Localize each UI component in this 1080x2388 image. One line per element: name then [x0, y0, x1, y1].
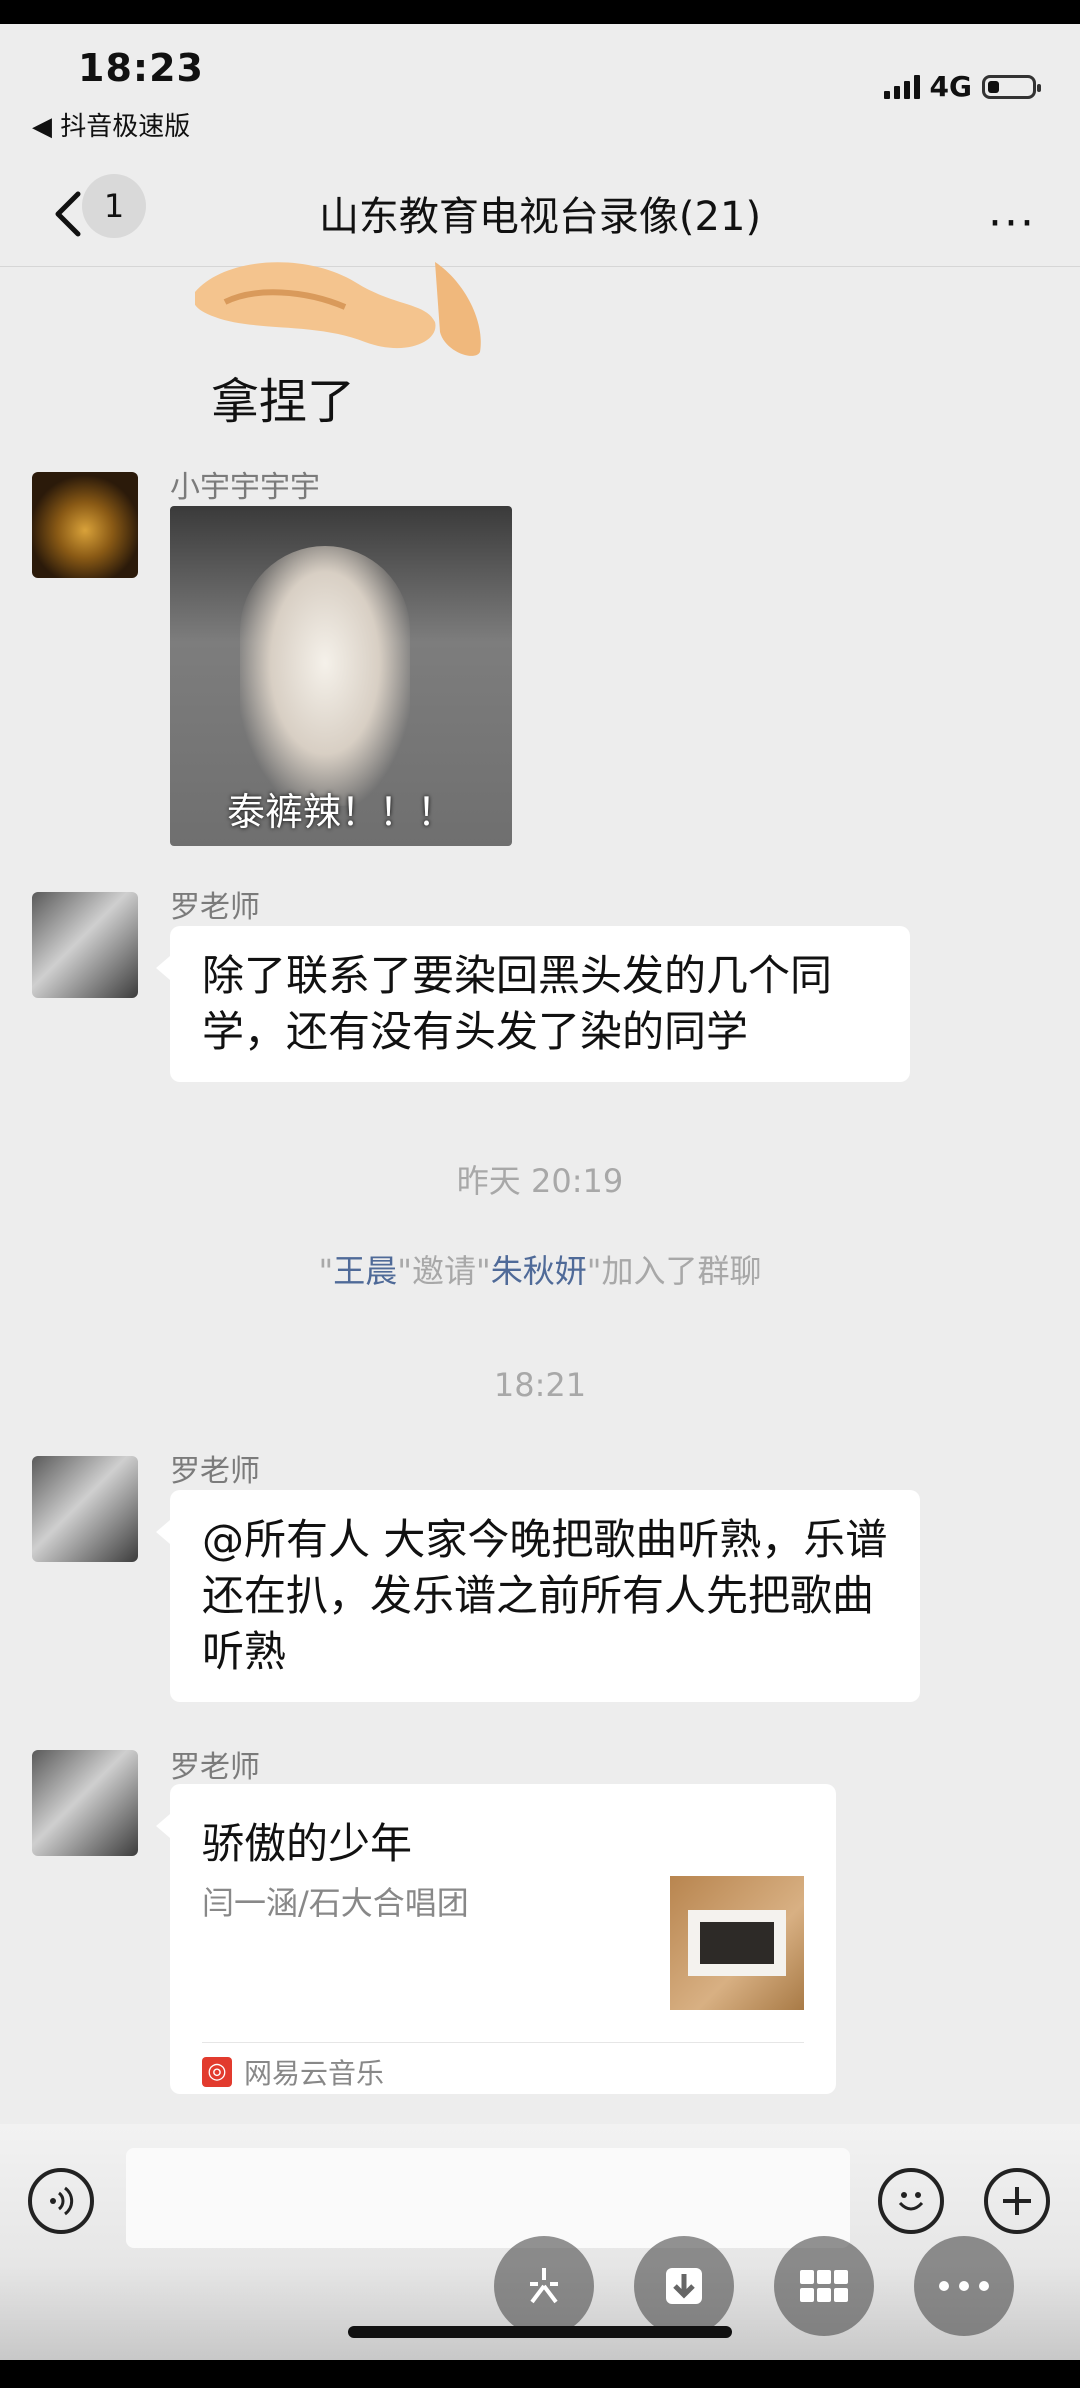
home-indicator[interactable]: [348, 2326, 732, 2338]
avatar[interactable]: [32, 892, 138, 998]
signal-icon: [883, 74, 920, 99]
bottom-bezel: [0, 2360, 1080, 2388]
album-thumbnail: [670, 1876, 804, 2010]
hand-sticker-image: [195, 262, 481, 356]
music-share-card[interactable]: 骄傲的少年 闫一涵/石大合唱团 ◎ 网易云音乐: [156, 1784, 836, 2094]
back-to-app-link[interactable]: ◀ 抖音极速版: [32, 106, 190, 143]
text-message[interactable]: 除了联系了要染回黑头发的几个同学，还有没有头发了染的同学: [156, 926, 910, 1082]
timestamp: 18:21: [493, 1366, 587, 1404]
download-icon[interactable]: [634, 2236, 734, 2336]
system-text: ": [318, 1252, 334, 1290]
inviter-name[interactable]: 王晨: [333, 1252, 397, 1290]
chat-screen: 18:23 ◀ 抖音极速版 4G 1 山东教育电视台录像(21) ··· 拿捏了…: [0, 0, 1080, 2388]
battery-icon: [982, 74, 1041, 99]
invitee-name[interactable]: 朱秋妍: [491, 1252, 587, 1290]
sender-name: 罗老师: [170, 890, 260, 925]
voice-icon[interactable]: [28, 2168, 94, 2234]
status-time: 18:23: [78, 46, 204, 90]
sender-name: 罗老师: [170, 1454, 260, 1489]
system-text: "邀请": [397, 1252, 491, 1290]
status-indicators: 4G: [883, 70, 1041, 103]
sparkle-icon[interactable]: [494, 2236, 594, 2336]
avatar[interactable]: [32, 1750, 138, 1856]
sticker-message[interactable]: 泰裤辣！！！: [170, 506, 512, 846]
sender-name: 罗老师: [170, 1750, 260, 1785]
avatar[interactable]: [32, 1456, 138, 1562]
source-label: 网易云音乐: [244, 2057, 385, 2090]
sender-name: 小宇宇宇宇: [170, 470, 320, 505]
more-options-icon[interactable]: ···: [988, 198, 1036, 249]
top-bezel: [0, 0, 1080, 24]
chat-title: 山东教育电视台录像(21): [318, 194, 762, 240]
message-input[interactable]: [126, 2148, 850, 2248]
network-type: 4G: [929, 70, 972, 103]
hamster-sticker-image: [240, 546, 410, 806]
avatar[interactable]: [32, 472, 138, 578]
plus-icon[interactable]: [984, 2168, 1050, 2234]
sticker-caption: 拿捏了: [211, 374, 356, 430]
song-title: 骄傲的少年: [202, 1819, 413, 1868]
system-message: "王晨"邀请"朱秋妍"加入了群聊: [0, 1246, 1080, 1292]
more-icon[interactable]: [914, 2236, 1014, 2336]
grid-icon[interactable]: [774, 2236, 874, 2336]
sticker-message[interactable]: 拿捏了: [195, 262, 487, 430]
system-text: "加入了群聊: [586, 1252, 762, 1290]
emoji-icon[interactable]: [878, 2168, 944, 2234]
divider: [202, 2042, 804, 2043]
sticker-caption: 泰裤辣！！！: [226, 790, 455, 834]
card-source: ◎ 网易云音乐: [202, 2052, 384, 2092]
netease-music-icon: ◎: [202, 2057, 232, 2087]
timestamp: 昨天 20:19: [456, 1162, 624, 1200]
text-message[interactable]: @所有人 大家今晚把歌曲听熟，乐谱还在扒，发乐谱之前所有人先把歌曲听熟: [156, 1490, 920, 1702]
song-artist: 闫一涵/石大合唱团: [202, 1884, 469, 1922]
